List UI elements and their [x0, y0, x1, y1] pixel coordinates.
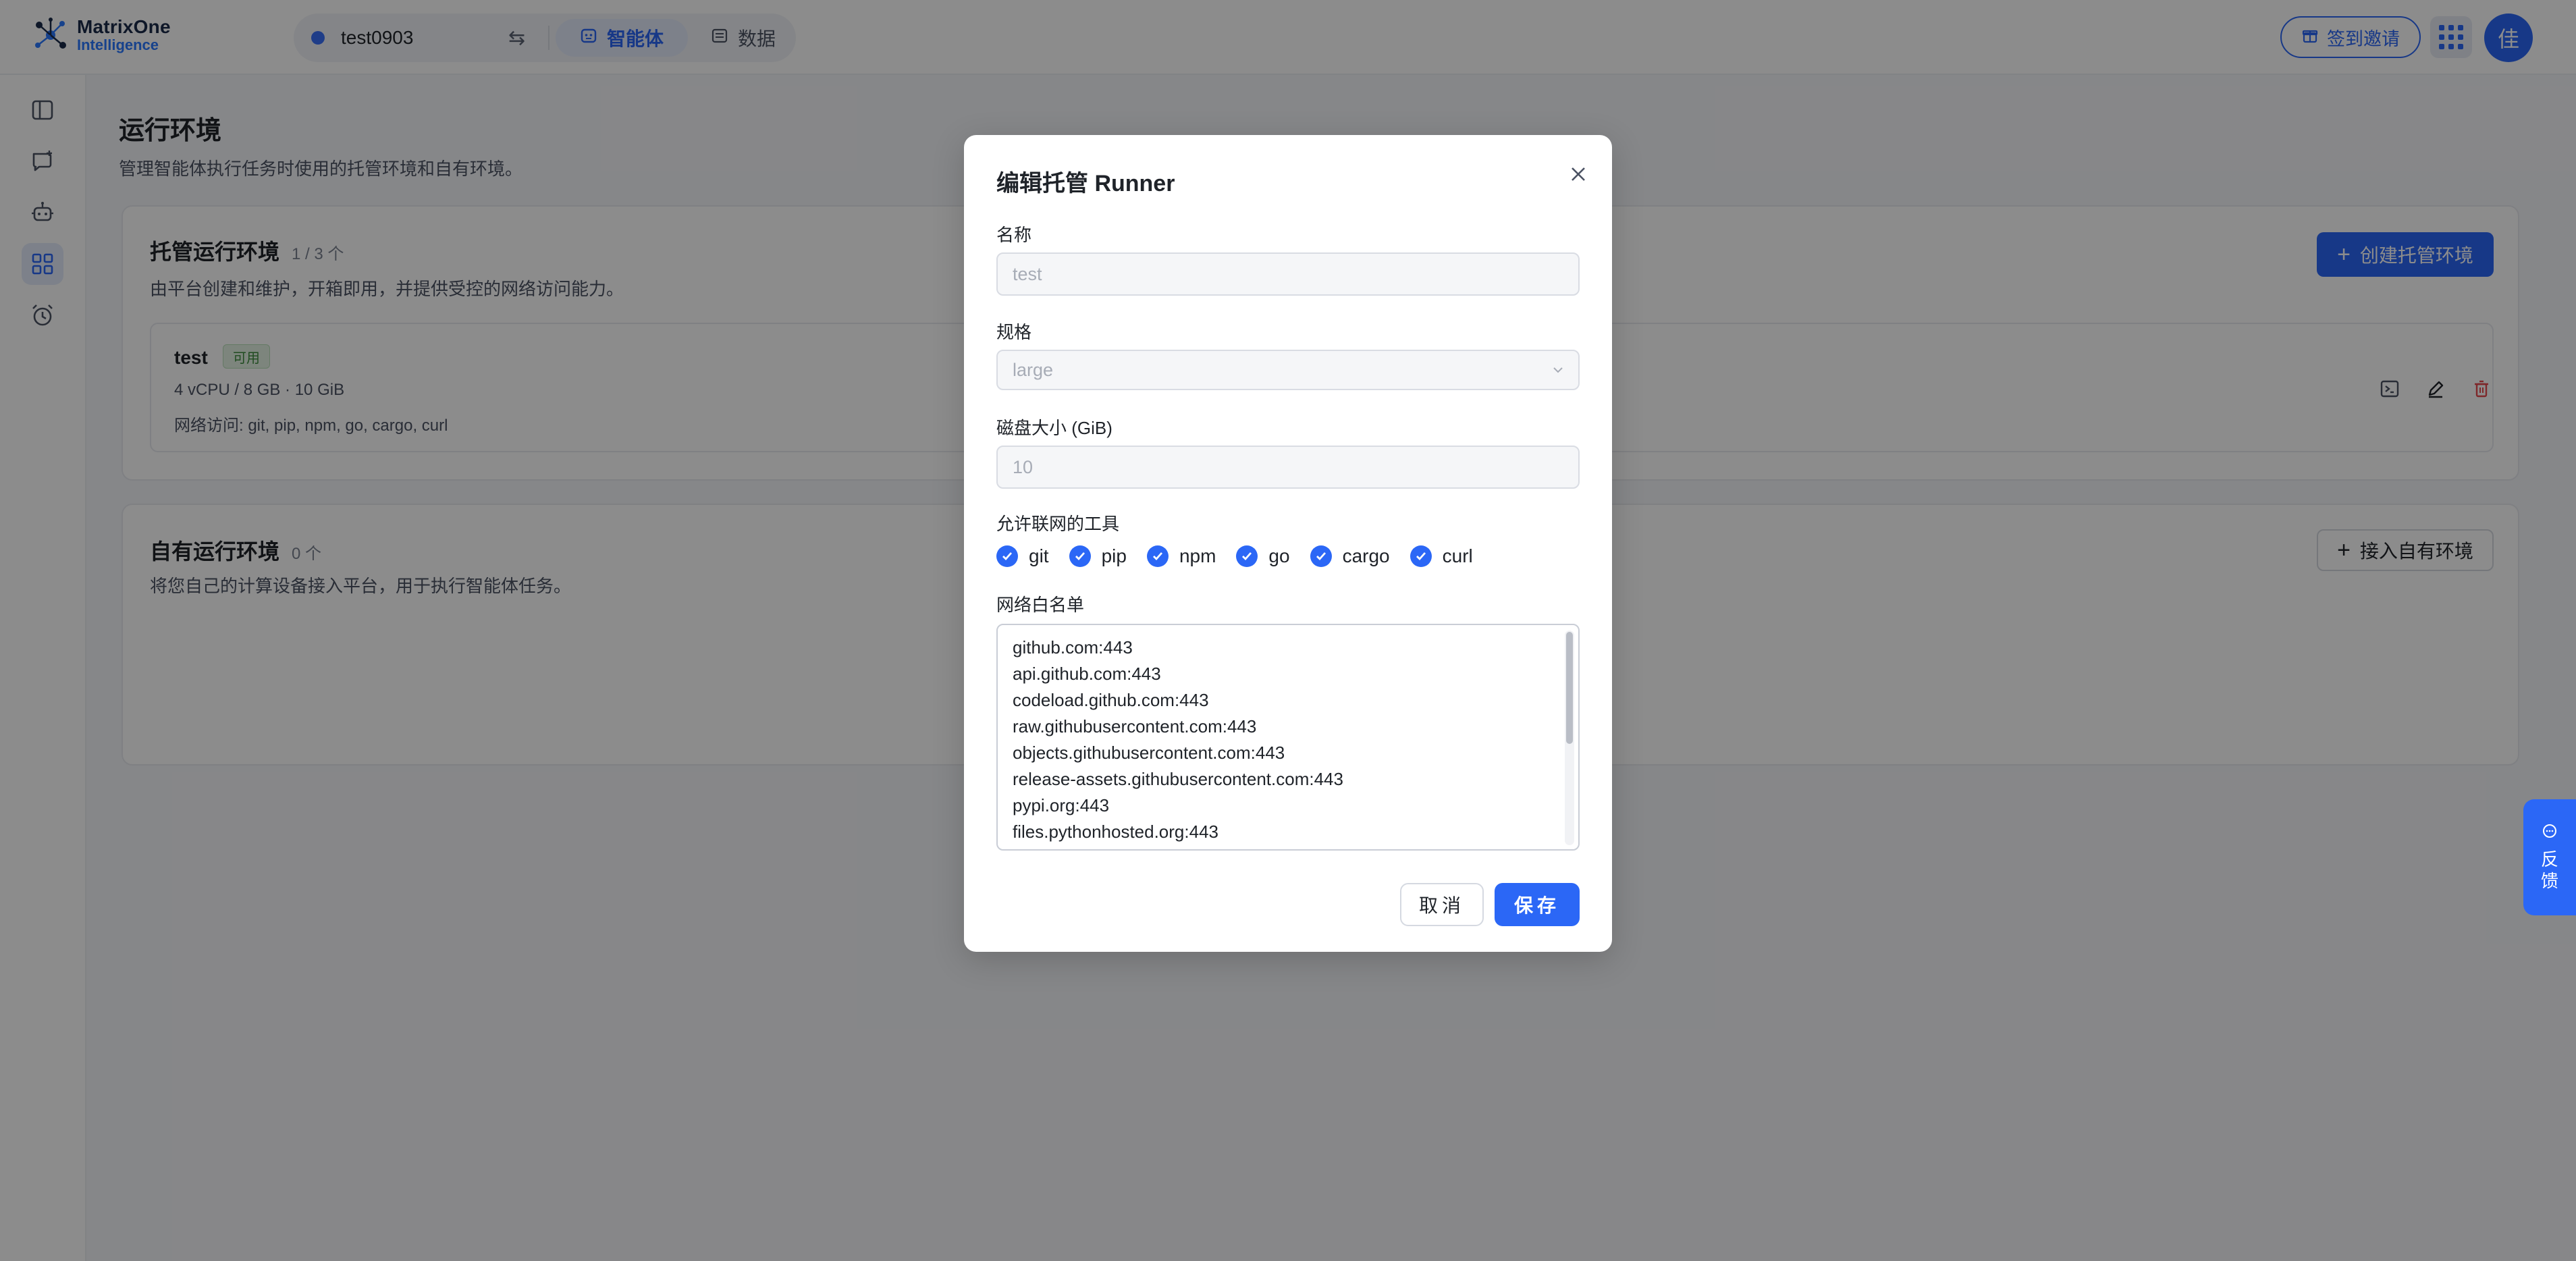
checkbox-label: curl	[1442, 545, 1473, 566]
whitelist-line: codeload.github.com:443	[1013, 690, 1209, 710]
cancel-button[interactable]: 取消	[1400, 883, 1484, 926]
checkbox-cargo[interactable]: cargo	[1310, 545, 1390, 567]
whitelist-line: pypi.org:443	[1013, 795, 1110, 815]
spec-label: 规格	[996, 322, 1032, 342]
whitelist-line: raw.githubusercontent.com:443	[1013, 716, 1257, 736]
checkbox-label: git	[1029, 545, 1049, 566]
checkmark-icon	[1410, 545, 1432, 567]
checkmark-icon	[996, 545, 1018, 567]
chat-bubble-icon	[2542, 824, 2558, 844]
whitelist-line: api.github.com:443	[1013, 664, 1161, 684]
close-button[interactable]	[1562, 158, 1594, 190]
whitelist-line: objects.githubusercontent.com:443	[1013, 743, 1285, 763]
checkbox-label: pip	[1101, 545, 1127, 566]
tools-checkbox-group: git pip npm go cargo curl	[996, 543, 1493, 570]
disk-label: 磁盘大小 (GiB)	[996, 418, 1112, 438]
checkbox-npm[interactable]: npm	[1146, 545, 1216, 567]
whitelist-textarea[interactable]: github.com:443 api.github.com:443 codelo…	[996, 624, 1580, 851]
checkbox-pip[interactable]: pip	[1069, 545, 1127, 567]
feedback-tab[interactable]: 反 馈	[2523, 799, 2576, 915]
close-icon	[1572, 167, 1585, 181]
spec-select[interactable]: large	[996, 350, 1580, 390]
scrollbar-thumb[interactable]	[1566, 632, 1573, 744]
save-button[interactable]: 保存	[1495, 883, 1580, 926]
checkmark-icon	[1069, 545, 1091, 567]
checkbox-label: npm	[1179, 545, 1216, 566]
checkbox-go[interactable]: go	[1236, 545, 1290, 567]
checkmark-icon	[1236, 545, 1258, 567]
spec-value: large	[1013, 359, 1054, 380]
tools-label: 允许联网的工具	[996, 514, 1120, 534]
whitelist-line: release-assets.githubusercontent.com:443	[1013, 769, 1343, 789]
whitelist-lines: github.com:443 api.github.com:443 codelo…	[1013, 635, 1343, 845]
chevron-down-icon	[1553, 367, 1563, 373]
checkbox-curl[interactable]: curl	[1410, 545, 1473, 567]
checkbox-label: go	[1268, 545, 1290, 566]
whitelist-label: 网络白名单	[996, 595, 1085, 615]
name-field[interactable]: test	[996, 252, 1580, 296]
checkmark-icon	[1146, 545, 1169, 567]
checkbox-git[interactable]: git	[996, 545, 1049, 567]
edit-runner-modal: 编辑托管 Runner 名称 test 规格 large 磁盘大小 (GiB) …	[964, 135, 1612, 952]
textarea-scrollbar[interactable]	[1565, 630, 1574, 845]
whitelist-line: files.pythonhosted.org:443	[1013, 822, 1218, 842]
name-label: 名称	[996, 225, 1032, 245]
feedback-label-1: 反	[2540, 849, 2558, 869]
feedback-label-2: 馈	[2540, 870, 2558, 891]
checkbox-label: cargo	[1342, 545, 1390, 566]
whitelist-line: github.com:443	[1013, 637, 1133, 658]
checkmark-icon	[1310, 545, 1332, 567]
disk-size-field[interactable]: 10	[996, 446, 1580, 489]
modal-title: 编辑托管 Runner	[996, 171, 1175, 196]
